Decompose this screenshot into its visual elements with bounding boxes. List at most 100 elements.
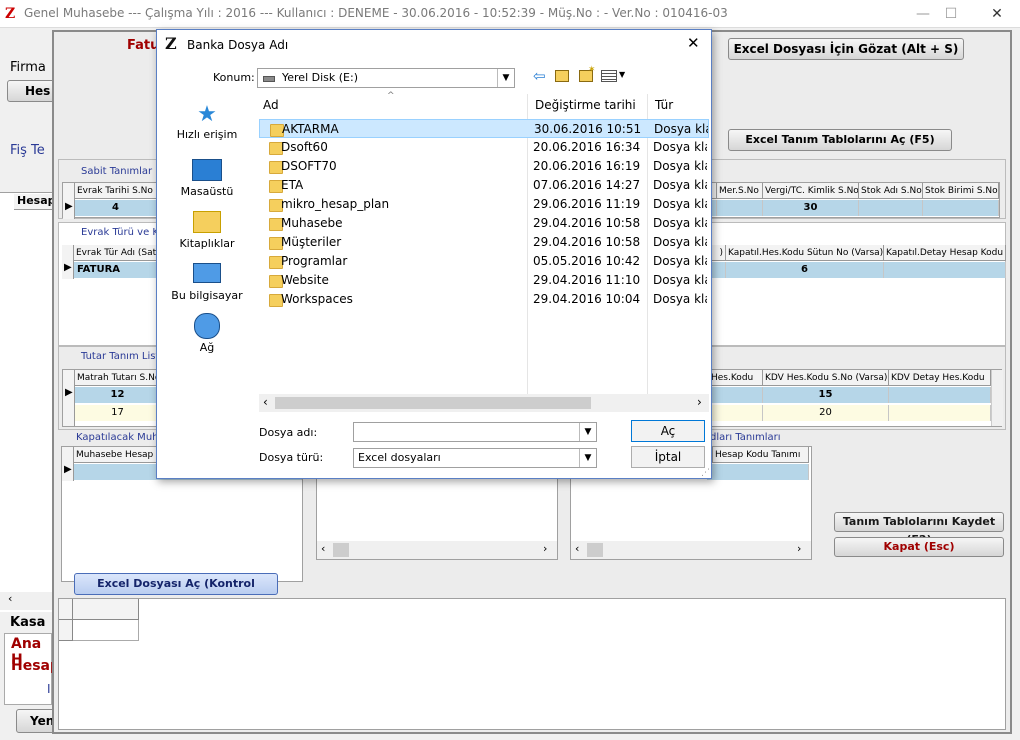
file-open-dialog: Z Banka Dosya Adı ✕ Konum: Yerel Disk (E… — [156, 29, 712, 479]
tutar-row1-cell-3[interactable] — [709, 387, 763, 403]
file-row[interactable]: Website 29.04.2016 11:10 Dosya klas — [259, 271, 709, 290]
tutar-row2-cell-3[interactable] — [709, 405, 763, 421]
file-name: Workspaces — [281, 292, 353, 306]
maximize-button[interactable]: ☐ — [936, 4, 966, 24]
back-icon[interactable]: ⇦ — [533, 67, 546, 85]
hesap-grid[interactable]: Hesap — [0, 192, 56, 612]
sabit-header-5: Stok Adı S.No — [859, 183, 923, 199]
row-indicator: ▶ — [62, 447, 74, 481]
tutar-row2-cell-4[interactable]: 20 — [763, 405, 889, 421]
file-row[interactable]: mikro_hesap_plan 29.06.2016 11:19 Dosya … — [259, 195, 709, 214]
scroll-left-icon[interactable]: ‹ — [263, 395, 268, 409]
excel-table-button[interactable]: Excel Tanım Tablolarını Aç (F5) — [728, 129, 952, 151]
save-definitions-button[interactable]: Tanım Tablolarını Kaydet (F2) — [834, 512, 1004, 546]
scroll-thumb[interactable] — [275, 397, 591, 409]
sabit-cell-1[interactable]: 4 — [75, 200, 157, 216]
open-button[interactable]: Aç — [631, 420, 705, 442]
hes-button[interactable]: Hes — [7, 80, 57, 102]
yen-button[interactable]: Yen — [16, 709, 56, 733]
this-pc-label: Bu bilgisayar — [171, 289, 243, 302]
close-button[interactable]: ✕ — [982, 4, 1012, 24]
file-row[interactable]: Workspaces 29.04.2016 10:04 Dosya klas — [259, 290, 709, 309]
file-type: Dosya klas — [653, 216, 707, 230]
column-type-header[interactable]: Tür — [655, 94, 707, 116]
close-esc-button[interactable]: Kapat (Esc) — [834, 537, 1004, 557]
chevron-down-icon[interactable]: ▼ — [497, 69, 514, 87]
evrak-cell-3[interactable]: 6 — [726, 262, 884, 278]
filename-input[interactable]: ▼ — [353, 422, 597, 442]
tutar-header-4: KDV Hes.Kodu S.No (Varsa) — [763, 370, 889, 386]
file-row[interactable]: DSOFT70 20.06.2016 16:19 Dosya klas — [259, 157, 709, 176]
excel-browse-button[interactable]: Excel Dosyası İçin Gözat (Alt + S) — [728, 38, 964, 60]
minimize-button[interactable]: — — [908, 4, 938, 24]
tutar-header-3: Hes.Kodu — [709, 370, 763, 386]
file-row[interactable]: AKTARMA 30.06.2016 10:51 Dosya klas — [259, 119, 709, 138]
file-date: 29.04.2016 10:58 — [533, 216, 641, 230]
evrak-cell-1[interactable]: FATURA — [74, 262, 166, 278]
filetype-value: Excel dosyaları — [358, 451, 441, 464]
sabit-cell-5[interactable] — [859, 200, 923, 216]
file-list[interactable]: Ad ^ Değiştirme tarihi Tür AKTARMA 30.06… — [259, 91, 709, 412]
column-name-header[interactable]: Ad — [263, 94, 527, 116]
excel-open-button[interactable]: Excel Dosyası Aç (Kontrol Amaçlı) — [74, 573, 278, 610]
this-pc-place[interactable]: Bu bilgisayar — [157, 260, 257, 302]
desktop-place[interactable]: Masaüstü — [157, 156, 257, 198]
chevron-down-icon[interactable]: ▼ — [579, 423, 596, 441]
file-date: 29.06.2016 11:19 — [533, 197, 641, 211]
network-place[interactable]: Ağ — [157, 312, 257, 354]
filetype-select[interactable]: Excel dosyaları ▼ — [353, 448, 597, 468]
libraries-place[interactable]: Kitaplıklar — [157, 208, 257, 250]
sabit-cell-4[interactable]: 30 — [763, 200, 859, 216]
konum-value: Yerel Disk (E:) — [282, 71, 358, 84]
kasa-label: Kasa — [10, 615, 46, 630]
tutar-row2-cell-5[interactable] — [889, 405, 991, 421]
resize-grip-icon[interactable]: ⋰ — [701, 468, 710, 478]
evrak-cell-4[interactable] — [884, 262, 1006, 278]
cancel-button[interactable]: İptal — [631, 446, 705, 468]
file-type: Dosya klas — [653, 178, 707, 192]
view-dropdown-icon[interactable]: ▼ — [619, 70, 625, 79]
file-row[interactable]: Müşteriler 29.04.2016 10:58 Dosya klas — [259, 233, 709, 252]
view-menu-icon[interactable] — [601, 70, 617, 82]
scroll-right-icon[interactable]: › — [697, 395, 702, 409]
chevron-down-icon[interactable]: ▼ — [579, 449, 596, 467]
middle-horizontal-scrollbar[interactable]: ‹ › — [317, 541, 557, 559]
scroll-left-arrow[interactable]: ‹ — [0, 592, 52, 610]
file-row[interactable]: ETA 07.06.2016 14:27 Dosya klas — [259, 176, 709, 195]
sabit-cell-3[interactable] — [717, 200, 763, 216]
file-name: DSOFT70 — [281, 159, 337, 173]
file-row[interactable]: Muhasebe 29.04.2016 10:58 Dosya klas — [259, 214, 709, 233]
konum-combobox[interactable]: Yerel Disk (E:) ▼ — [257, 68, 515, 88]
tutar-row1-cell-1[interactable]: 12 — [75, 387, 161, 403]
dialog-close-button[interactable]: ✕ — [687, 34, 700, 52]
i-label: I — [47, 682, 51, 696]
evrak-header-3: Kapatıl.Hes.Kodu Sütun No (Varsa) — [726, 245, 884, 261]
quick-access-label: Hızlı erişim — [176, 128, 238, 141]
libraries-label: Kitaplıklar — [179, 237, 235, 250]
tutar-row2-cell-1[interactable]: 17 — [75, 405, 161, 421]
tutar-vertical-scrollbar[interactable] — [991, 370, 1003, 426]
kapatilacak-title: Kapatılacak Muha — [76, 432, 165, 443]
file-row[interactable]: Dsoft60 20.06.2016 16:34 Dosya klas — [259, 138, 709, 157]
file-list-horizontal-scrollbar[interactable]: ‹ › — [259, 394, 709, 412]
tutar-row1-cell-4[interactable]: 15 — [763, 387, 889, 403]
filetype-label: Dosya türü: — [259, 451, 324, 464]
file-type: Dosya klas — [653, 159, 707, 173]
file-date: 29.04.2016 10:58 — [533, 235, 641, 249]
desktop-label: Masaüstü — [180, 185, 234, 198]
file-date: 20.06.2016 16:34 — [533, 140, 641, 154]
file-row[interactable]: Programlar 05.05.2016 10:42 Dosya klas — [259, 252, 709, 271]
up-folder-icon[interactable] — [555, 70, 569, 82]
tutar-row1-cell-5[interactable] — [889, 387, 991, 403]
column-date-header[interactable]: Değiştirme tarihi — [535, 94, 647, 116]
firma-label: Firma — [10, 60, 46, 75]
quick-access-place[interactable]: ★ Hızlı erişim — [157, 102, 257, 141]
sabit-cell-6[interactable] — [923, 200, 999, 216]
new-folder-icon[interactable]: ✶ — [579, 65, 596, 82]
file-type: Dosya klas — [653, 254, 707, 268]
right-grid-cell[interactable] — [707, 464, 809, 480]
excel-preview-grid[interactable] — [58, 598, 1006, 730]
file-name: Muhasebe — [281, 216, 343, 230]
file-date: 29.04.2016 10:04 — [533, 292, 641, 306]
right-horizontal-scrollbar[interactable]: ‹ › — [571, 541, 811, 559]
